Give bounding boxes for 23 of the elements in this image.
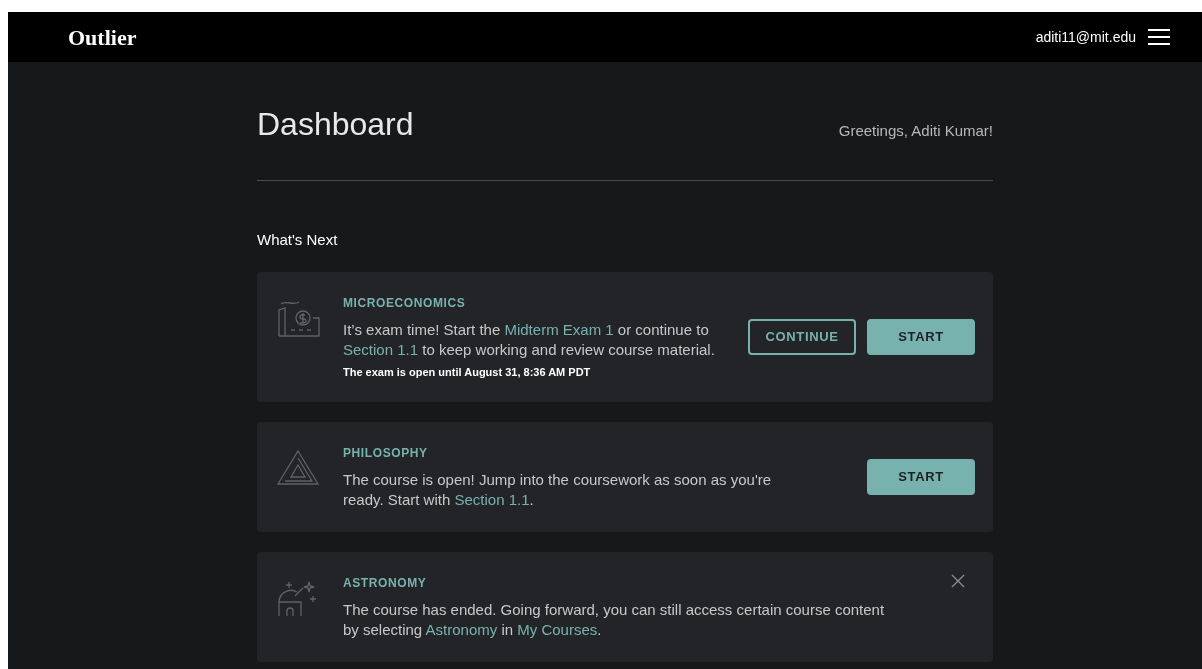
start-button[interactable]: START xyxy=(867,318,975,355)
close-icon xyxy=(951,574,965,588)
course-message: It’s exam time! Start the Midterm Exam 1 or continue to Section 1.1 to keep working and review course material. xyxy=(343,319,716,360)
course-link[interactable]: Section 1.1 xyxy=(454,491,530,508)
course-link[interactable]: Astronomy xyxy=(425,621,498,638)
course-message: The course has ended. Going forward, you can still access certain course content by selecting Astronomy in My Courses. xyxy=(343,600,886,640)
start-button[interactable]: START xyxy=(867,459,975,495)
exam-deadline: The exam is open until August 31, 8:36 AM PDT xyxy=(343,364,592,380)
page-title: Dashboard xyxy=(257,108,414,140)
section-title: What's Next xyxy=(257,230,339,250)
course-link[interactable]: Section 1.1 xyxy=(343,340,419,358)
course-message: The course is open! Jump into the coursework as soon as you're ready. Start with Section 1.1. xyxy=(343,470,773,510)
user-email: aditi11@mit.edu xyxy=(1035,27,1136,47)
course-name: MICROECONOMICS xyxy=(343,294,467,312)
course-name: ASTRONOMY xyxy=(343,575,428,592)
continue-button[interactable]: CONTINUE xyxy=(748,318,856,355)
greeting: Greetings, Aditi Kumar! xyxy=(838,120,993,141)
menu-icon[interactable] xyxy=(1148,28,1170,46)
course-name: PHILOSOPHY xyxy=(343,445,429,462)
close-button[interactable] xyxy=(951,574,965,588)
course-link[interactable]: Midterm Exam 1 xyxy=(504,320,614,338)
triangle-icon xyxy=(275,448,321,488)
logo[interactable]: Outlier xyxy=(68,20,137,54)
